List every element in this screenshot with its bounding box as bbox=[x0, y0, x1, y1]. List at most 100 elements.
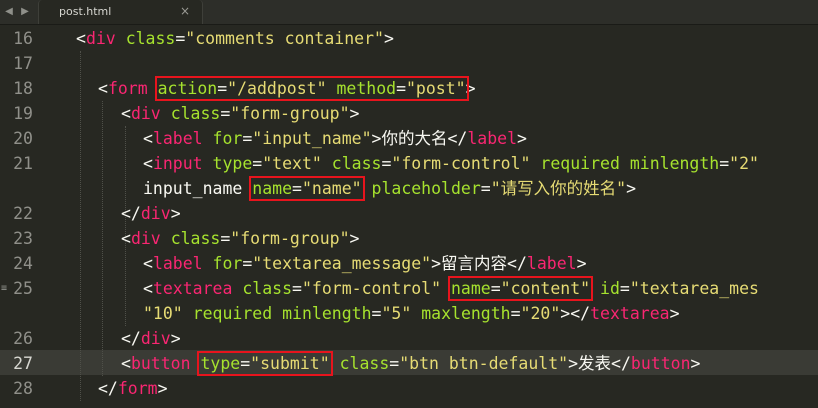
indent-guide bbox=[102, 101, 103, 376]
tab-back-icon[interactable]: ◀ bbox=[2, 0, 16, 24]
code-token: type bbox=[200, 354, 241, 373]
code-token: ></ bbox=[560, 304, 591, 323]
code-token: "form-group" bbox=[230, 104, 350, 123]
fold-marker-icon[interactable]: ≡ bbox=[0, 276, 8, 301]
code-token: label bbox=[152, 129, 203, 148]
code-token: textarea bbox=[152, 279, 233, 298]
code-token: form bbox=[117, 379, 158, 398]
code-token: = bbox=[371, 304, 382, 323]
line-number: 16 bbox=[13, 29, 33, 48]
code-token: method bbox=[336, 79, 397, 98]
code-token: "form-control" bbox=[301, 279, 442, 298]
code-token: minlength bbox=[282, 304, 372, 323]
code-token: > bbox=[576, 254, 587, 273]
code-token: div bbox=[140, 204, 171, 223]
code-token: < bbox=[143, 129, 153, 148]
line-number: 28 bbox=[13, 379, 33, 398]
code-line[interactable]: <button type="submit" class="btn btn-def… bbox=[121, 351, 700, 376]
code-token: class bbox=[242, 279, 293, 298]
tab-forward-icon[interactable]: ▶ bbox=[18, 0, 32, 24]
code-token: "10" bbox=[143, 304, 183, 323]
code-token: div bbox=[85, 29, 116, 48]
code-line[interactable]: "10" required minlength="5" maxlength="2… bbox=[143, 301, 680, 326]
code-token: = bbox=[389, 354, 400, 373]
code-line[interactable]: <label for="input_name">你的大名</label> bbox=[143, 126, 527, 151]
code-token: = bbox=[480, 179, 491, 198]
code-token: </ bbox=[121, 329, 141, 348]
code-token: = bbox=[292, 179, 302, 198]
line-number bbox=[0, 301, 33, 326]
code-token: "name" bbox=[301, 179, 362, 198]
code-token: < bbox=[143, 254, 153, 273]
line-number: 21 bbox=[13, 154, 33, 173]
close-icon[interactable]: × bbox=[180, 0, 190, 23]
code-editor[interactable]: 16 17 18 19 20 21 22 23 24 25 26 27 28 ≡ <div class="… bbox=[0, 26, 818, 408]
code-token: > bbox=[349, 104, 360, 123]
code-token: > bbox=[517, 129, 527, 148]
code-token: < bbox=[143, 279, 153, 298]
code-token: < bbox=[121, 354, 131, 373]
line-number: 22 bbox=[13, 204, 33, 223]
code-token: = bbox=[252, 154, 263, 173]
code-token: "content" bbox=[500, 279, 591, 298]
code-token: > bbox=[383, 29, 394, 48]
line-number bbox=[0, 176, 33, 201]
code-line[interactable]: </form> bbox=[98, 376, 168, 401]
line-number: 23 bbox=[13, 229, 33, 248]
code-token: button bbox=[630, 354, 691, 373]
code-token: = bbox=[242, 129, 253, 148]
code-line[interactable]: </div> bbox=[121, 201, 181, 226]
code-token: "/addpost" bbox=[227, 79, 327, 98]
code-line[interactable]: <div class="form-group"> bbox=[121, 101, 359, 126]
code-token: textarea bbox=[590, 304, 670, 323]
code-token: = bbox=[719, 154, 730, 173]
code-token: </ bbox=[98, 379, 118, 398]
code-token: "submit" bbox=[250, 354, 330, 373]
code-token: "20" bbox=[520, 304, 561, 323]
code-line[interactable]: <textarea class="form-control" name="con… bbox=[143, 276, 759, 301]
code-token: class bbox=[331, 154, 382, 173]
code-token: = bbox=[510, 304, 521, 323]
code-token: "text" bbox=[262, 154, 322, 173]
code-token: label bbox=[152, 254, 203, 273]
code-token: "post" bbox=[406, 79, 466, 98]
code-line[interactable]: <input type="text" class="form-control" … bbox=[143, 151, 759, 176]
line-number: 26 bbox=[13, 329, 33, 348]
code-token: < bbox=[98, 79, 108, 98]
code-token: for bbox=[212, 129, 243, 148]
code-line[interactable]: <div class="form-group"> bbox=[121, 226, 359, 251]
tab-post-html[interactable]: post.html × bbox=[38, 0, 203, 24]
code-token: < bbox=[121, 229, 131, 248]
code-line[interactable]: <label for="textarea_message">留言内容</labe… bbox=[143, 251, 587, 276]
code-token: label bbox=[467, 129, 517, 148]
code-line[interactable]: input_name name="name" placeholder="请写入你… bbox=[143, 176, 636, 201]
code-token: id bbox=[600, 279, 620, 298]
code-token: button bbox=[130, 354, 191, 373]
code-token: > bbox=[349, 229, 360, 248]
code-token: = bbox=[292, 279, 302, 298]
code-token: > bbox=[690, 354, 701, 373]
code-line[interactable]: </div> bbox=[121, 326, 181, 351]
code-token: "textarea_message" bbox=[252, 254, 432, 273]
code-token: name bbox=[252, 179, 293, 198]
code-token: > bbox=[465, 79, 476, 98]
highlight-box: name="content" bbox=[447, 276, 594, 301]
code-token: = bbox=[381, 154, 392, 173]
code-line[interactable]: <div class="comments container"> bbox=[76, 26, 394, 51]
code-token: minlength bbox=[629, 154, 720, 173]
code-line[interactable]: <form action="/addpost" method="post"> bbox=[98, 76, 476, 101]
code-token: < bbox=[121, 104, 131, 123]
tab-bar: ◀ ▶ post.html × bbox=[0, 0, 818, 25]
code-token: input_name bbox=[143, 179, 243, 198]
